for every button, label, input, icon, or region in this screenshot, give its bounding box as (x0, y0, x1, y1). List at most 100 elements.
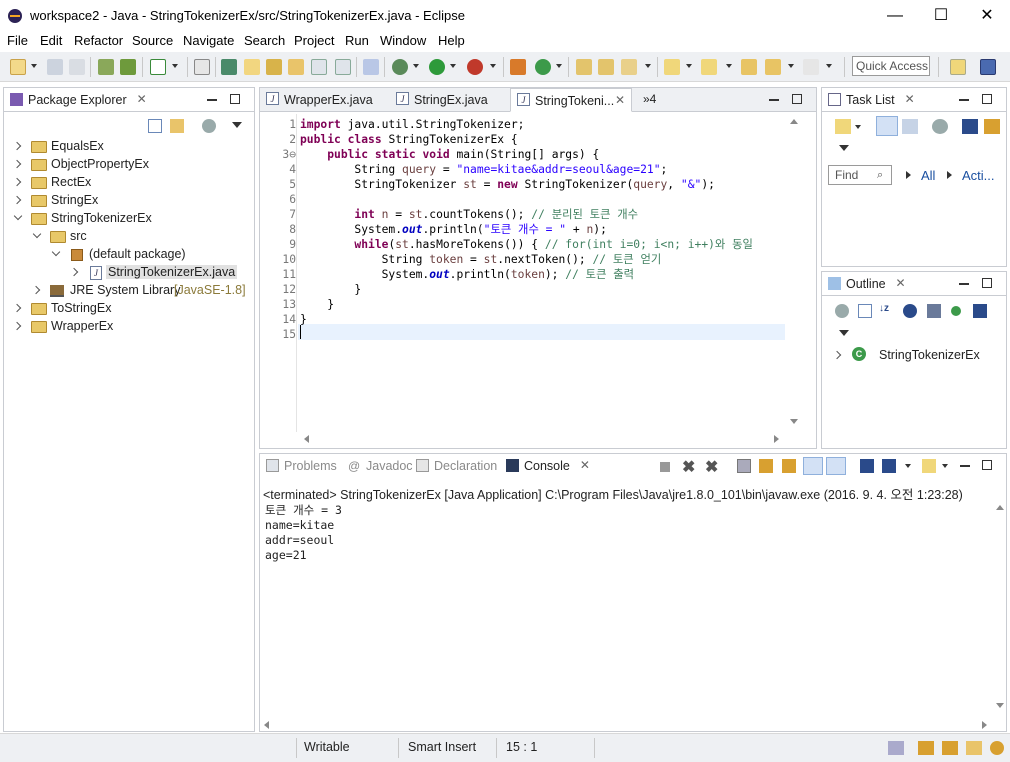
tree-item-project[interactable]: ObjectPropertyEx (4, 156, 254, 174)
run-external-icon[interactable] (467, 59, 483, 75)
remove-launch-icon[interactable]: ✖ (682, 457, 695, 477)
skip-breakpoints-icon[interactable] (363, 59, 379, 75)
chevron-right-icon[interactable] (12, 195, 22, 205)
pencil-icon[interactable] (966, 741, 982, 755)
chevron-down-icon[interactable] (13, 211, 23, 221)
hide-static-icon[interactable] (927, 304, 941, 318)
tree-item-package[interactable]: (default package) (4, 246, 254, 264)
terminate-icon[interactable] (660, 462, 670, 472)
tree-item-project[interactable]: ToStringEx (4, 300, 254, 318)
code-line[interactable]: 11 System.out.println(token); // 토큰 출력 (274, 267, 774, 282)
ant-icon[interactable] (288, 59, 304, 75)
graduation-cap-icon[interactable] (942, 741, 958, 755)
code-line[interactable]: 14} (274, 312, 774, 327)
hide-completed-icon[interactable] (962, 119, 978, 134)
categorized-icon[interactable] (876, 116, 898, 136)
chevron-down-icon[interactable] (51, 247, 61, 257)
block-select-icon[interactable] (311, 59, 327, 75)
tab-javadoc[interactable]: @ Javadoc (342, 454, 419, 478)
clear-console-icon[interactable] (737, 459, 751, 473)
save-all-icon[interactable] (69, 59, 85, 75)
code-line[interactable]: 8 System.out.println("토큰 개수 = " + n); (274, 222, 774, 237)
chevron-right-icon[interactable] (832, 350, 842, 360)
menu-window[interactable]: Window (380, 33, 426, 48)
code-line[interactable]: 13 } (274, 297, 774, 312)
close-icon[interactable]: ✕ (615, 93, 625, 107)
tree-item-java-file[interactable]: J StringTokenizerEx.java (4, 264, 254, 282)
terminal-icon[interactable] (120, 59, 136, 75)
open-console-icon[interactable] (922, 459, 936, 473)
checkbox-task-icon[interactable] (150, 59, 166, 75)
new-class-icon[interactable] (535, 59, 551, 75)
code-area[interactable]: 1 import java.util.StringTokenizer; 2 publi… (274, 115, 804, 428)
chevron-right-icon[interactable] (31, 285, 41, 295)
code-line[interactable]: 7 int n = st.countTokens(); // 분리된 토큰 개수 (274, 207, 774, 222)
outline-item-class[interactable]: StringTokenizerEx (879, 348, 980, 362)
close-icon[interactable]: ✕ (137, 92, 147, 106)
hide-local-types-icon[interactable] (973, 304, 987, 318)
sort-az-icon[interactable]: ↓z (879, 303, 895, 319)
tree-item-project[interactable]: StringEx (4, 192, 254, 210)
run-icon[interactable] (429, 59, 445, 75)
scroll-up-icon[interactable] (790, 119, 798, 124)
expand-outline-icon[interactable] (858, 304, 872, 318)
view-menu-icon[interactable] (839, 145, 849, 151)
chevron-right-icon[interactable] (69, 267, 79, 277)
chevron-right-icon[interactable] (12, 159, 22, 169)
search-dropdown-icon[interactable] (645, 64, 651, 68)
code-line[interactable]: 1 import java.util.StringTokenizer; (274, 117, 774, 132)
menu-project[interactable]: Project (294, 33, 334, 48)
run-dropdown-icon[interactable] (450, 64, 456, 68)
maximize-view-icon[interactable] (982, 94, 992, 104)
code-line[interactable]: 12 } (274, 282, 774, 297)
hide-fields-icon[interactable] (903, 304, 917, 318)
code-line[interactable]: 5 StringTokenizer st = new StringTokeniz… (274, 177, 774, 192)
settings-icon[interactable] (990, 741, 1004, 755)
close-button[interactable]: ✕ (964, 0, 1010, 32)
show-on-stderr-icon[interactable] (826, 457, 846, 475)
editor-vscrollbar[interactable] (788, 114, 800, 432)
code-line[interactable]: 3⊖ public static void main(String[] args… (274, 147, 774, 162)
console-vscrollbar[interactable] (994, 500, 1006, 718)
tree-item-library[interactable]: JRE System Library [JavaSE-1.8] (4, 282, 254, 300)
tree-item-project[interactable]: StringTokenizerEx (4, 210, 254, 228)
collapse-outline-icon[interactable] (835, 304, 849, 318)
menu-edit[interactable]: Edit (40, 33, 62, 48)
minimize-button[interactable]: — (872, 0, 918, 32)
menu-refactor[interactable]: Refactor (74, 33, 123, 48)
find-input[interactable]: Find ⌕ (828, 165, 892, 185)
menu-run[interactable]: Run (345, 33, 369, 48)
new-task-icon[interactable] (835, 119, 851, 134)
tab-overflow[interactable]: »4 (643, 92, 656, 106)
save-icon[interactable] (47, 59, 63, 75)
forward-dropdown-icon[interactable] (826, 64, 832, 68)
close-icon[interactable]: ✕ (580, 458, 590, 472)
console-hscrollbar[interactable] (260, 718, 994, 731)
code-line[interactable]: 15 (274, 327, 774, 342)
console-output[interactable]: 토큰 개수 = 3 name=kitae addr=seoul age=21 (260, 500, 990, 700)
tab-console[interactable]: Console ✕ (500, 454, 590, 478)
quick-access-input[interactable]: Quick Access (852, 56, 930, 76)
menu-source[interactable]: Source (132, 33, 173, 48)
chevron-right-icon[interactable] (12, 321, 22, 331)
scroll-right-icon[interactable] (774, 435, 779, 443)
next-annotation-icon[interactable] (221, 59, 237, 75)
chevron-right-icon[interactable] (12, 141, 22, 151)
next-edit-dropdown-icon[interactable] (686, 64, 692, 68)
show-whitespace-icon[interactable] (335, 59, 351, 75)
back-dropdown-icon[interactable] (788, 64, 794, 68)
all-link[interactable]: All (921, 168, 935, 183)
notification-icon[interactable] (888, 741, 904, 755)
editor-hscrollbar[interactable] (274, 432, 788, 446)
import-icon[interactable] (98, 59, 114, 75)
code-line[interactable]: 2 public class StringTokenizerEx { (274, 132, 774, 147)
tree-item-source-folder[interactable]: src (4, 228, 254, 246)
code-line[interactable]: 6 (274, 192, 774, 207)
tab-declaration[interactable]: Declaration (410, 454, 503, 478)
maximize-view-icon[interactable] (230, 94, 240, 104)
prev-edit-dropdown-icon[interactable] (726, 64, 732, 68)
view-menu-icon[interactable] (232, 122, 242, 128)
scroll-lock-icon[interactable] (759, 459, 773, 473)
scroll-up-icon[interactable] (996, 505, 1004, 510)
show-on-stdout-icon[interactable] (803, 457, 823, 475)
